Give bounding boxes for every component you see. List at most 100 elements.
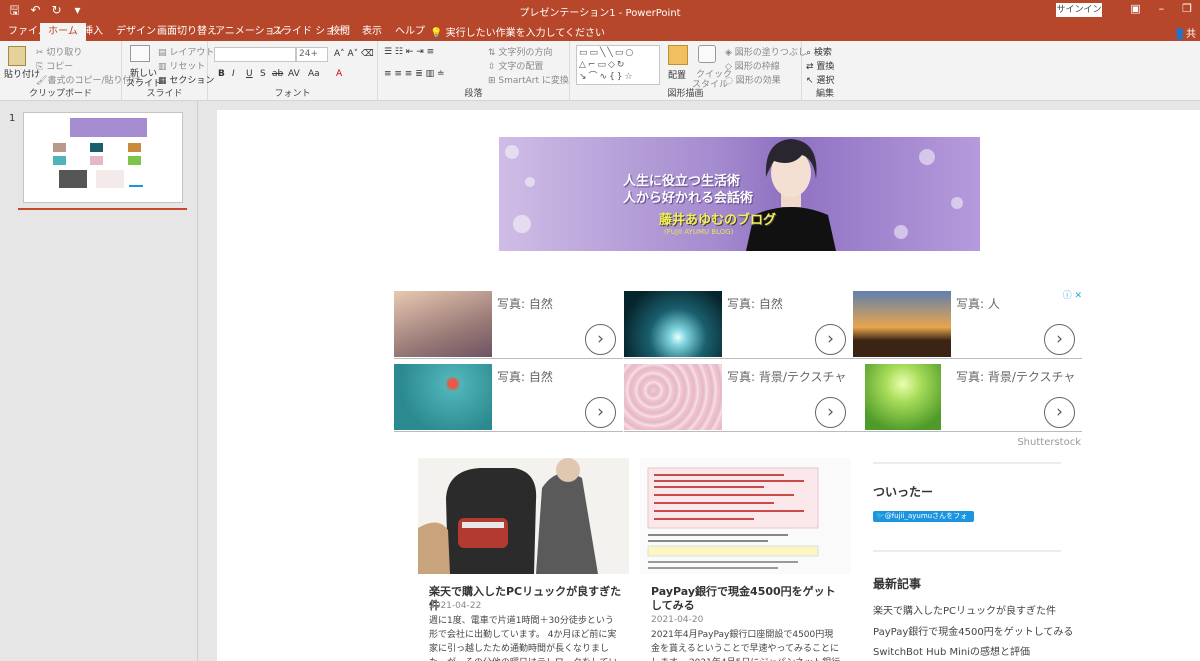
grow-font-icon[interactable]: A˄ A˅ ⌫ [334, 49, 374, 59]
chevron-right-icon[interactable]: › [585, 324, 616, 355]
group-editing: ⌕ 検索 ⇄ 置換 ↖ 選択 編集 [802, 41, 848, 101]
flower-decoration [894, 225, 908, 239]
shape-outline-label: 図形の枠線 [734, 62, 780, 72]
shape-fill-label: 図形の塗りつぶし [734, 48, 807, 58]
slide-canvas[interactable]: 人生に役立つ生活術 人から好かれる会話術 藤井あゆむのブログ (FUJII AY… [217, 110, 1200, 661]
recent-post-link[interactable]: PayPay銀行で現金4500円をゲットしてみる [873, 623, 1073, 638]
font-size-input[interactable]: 24+ [296, 47, 328, 62]
chevron-right-icon[interactable]: › [1044, 324, 1075, 355]
flower-decoration [505, 145, 519, 159]
reset-icon: ▥ [158, 62, 170, 72]
editing-group-label: 編集 [815, 89, 834, 99]
italic-button[interactable]: I [232, 69, 235, 79]
ad-tile[interactable]: 写真: 背景/テクスチャ › [853, 360, 1082, 432]
ad-tile[interactable]: 写真: 自然 › [624, 287, 853, 359]
shape-effects-label: 図形の効果 [735, 76, 781, 86]
thumb-ad [90, 156, 103, 165]
ad-label: 写真: 背景/テクスチャ [727, 370, 847, 384]
ribbon-display-icon[interactable]: ▣ [1130, 2, 1140, 15]
align-text-icon: ⇳ [488, 62, 499, 72]
flower-decoration [919, 149, 935, 165]
char-spacing-button[interactable]: AV [288, 69, 300, 79]
blog-banner-image[interactable]: 人生に役立つ生活術 人から好かれる会話術 藤井あゆむのブログ (FUJII AY… [499, 137, 980, 251]
smartart-button[interactable]: ⊞ SmartArt に変換 [488, 73, 569, 86]
chevron-right-icon[interactable]: › [585, 397, 616, 428]
font-color-button[interactable]: A [336, 69, 342, 79]
section-button[interactable]: ▦ セクション [158, 73, 214, 86]
tab-design[interactable]: デザイン [116, 24, 156, 41]
ad-tile[interactable]: 写真: 人 › [853, 287, 1082, 359]
tab-review[interactable]: 校閲 [330, 24, 350, 41]
share-label: 共 [1186, 29, 1196, 40]
chevron-right-icon[interactable]: › [815, 397, 846, 428]
bold-button[interactable]: B [218, 69, 225, 79]
shapes-gallery[interactable]: ▭▭╲╲▭○ △⌐▭◇↻ ↘⌒∿{}☆ [576, 45, 660, 85]
banner-blog-name: 藤井あゆむのブログ [659, 213, 777, 228]
recent-posts-heading: 最新記事 [873, 577, 922, 591]
post-card[interactable]: PayPay銀行で現金4500円をゲットしてみる 2021-04-20 2021… [640, 458, 851, 661]
chevron-right-icon[interactable]: › [1044, 397, 1075, 428]
ad-image [624, 291, 722, 357]
copy-button[interactable]: ⎘ コピー [36, 59, 73, 72]
group-font: 24+ A˄ A˅ ⌫ B I U S ab AV Aa A フォント [208, 41, 378, 101]
replace-button[interactable]: ⇄ 置換 [806, 59, 834, 72]
arrange-icon[interactable] [668, 45, 688, 65]
slide-thumbnail[interactable] [23, 112, 183, 203]
post-card[interactable]: 楽天で購入したPCリュックが良すぎた件 2021-04-22 週に1度、電車で片… [418, 458, 629, 661]
tab-transitions[interactable]: 画面切り替え [157, 24, 217, 41]
quick-styles-icon[interactable] [698, 45, 716, 63]
section-icon: ▦ [158, 76, 170, 86]
paste-icon[interactable] [8, 46, 26, 66]
ad-tile[interactable]: 写真: 自然 › [394, 360, 623, 432]
new-slide-icon[interactable] [130, 45, 150, 62]
minimize-icon[interactable]: – [1159, 2, 1165, 15]
drawing-group-label: 図形描画 [667, 89, 704, 99]
ribbon-tabs: ファイル ホーム 挿入 デザイン 画面切り替え アニメーション スライド ショー… [0, 21, 1200, 41]
shape-outline-button[interactable]: ◇ 図形の枠線 [725, 59, 780, 72]
layout-button[interactable]: ▤ レイアウト [158, 45, 214, 58]
paste-button[interactable]: 貼り付け [4, 67, 40, 80]
recent-post-link[interactable]: SwitchBot Hub Miniの感想と評価 [873, 643, 1030, 658]
underline-button[interactable]: U [246, 69, 253, 79]
change-case-button[interactable]: Aa [308, 69, 320, 79]
tell-me-box[interactable]: 💡 実行したい作業を入力してください [430, 24, 605, 39]
shadow-button[interactable]: S [260, 69, 266, 79]
shape-fill-button[interactable]: ◈ 図形の塗りつぶし [725, 45, 807, 58]
layout-icon: ▤ [158, 48, 170, 58]
arrange-button[interactable]: 配置 [668, 68, 686, 81]
post-excerpt: 2021年4月PayPay銀行口座開設で4500円現金を貰えるということで早速や… [651, 630, 840, 661]
ad-tile[interactable]: 写真: 背景/テクスチャ › [624, 360, 853, 432]
banner-line-2: 人から好かれる会話術 [623, 191, 754, 206]
font-group-label: フォント [274, 89, 311, 99]
align-text-button[interactable]: ⇳ 文字の配置 [488, 59, 543, 72]
ad-tile[interactable]: 写真: 自然 › [394, 287, 623, 359]
tab-view[interactable]: 表示 [362, 24, 382, 41]
select-button[interactable]: ↖ 選択 [806, 73, 834, 86]
strikethrough-button[interactable]: ab [272, 69, 283, 79]
twitter-follow-button[interactable]: 🐦@fujii_ayumuさんをフォロー [873, 511, 974, 531]
restore-icon[interactable]: ❐ [1182, 2, 1192, 15]
outline-icon: ◇ [725, 62, 735, 72]
group-slides: 新しい スライド ▤ レイアウト ▥ リセット ▦ セクション スライド [122, 41, 214, 101]
tab-help[interactable]: ヘルプ [395, 24, 425, 41]
thumb-ad [128, 143, 141, 152]
share-button[interactable]: 👤共 [1174, 25, 1196, 40]
align-icons[interactable]: ≡ ≡ ≡ ≣ ▥ ≐ [384, 69, 445, 79]
chevron-right-icon[interactable]: › [815, 324, 846, 355]
text-direction-button[interactable]: ⇅ 文字列の方向 [488, 45, 552, 58]
font-name-input[interactable] [214, 47, 296, 62]
shape-effects-button[interactable]: ◌ 図形の効果 [725, 73, 781, 86]
slide-number: 1 [9, 113, 16, 124]
bullets-icon[interactable]: ☰ ☷ ⇤ ⇥ ≡ [384, 47, 434, 57]
tell-me-label: 実行したい作業を入力してください [445, 28, 606, 39]
cut-label: 切り取り [46, 48, 83, 58]
recent-post-link[interactable]: 楽天で購入したPCリュックが良すぎた件 [873, 602, 1056, 617]
reset-button[interactable]: ▥ リセット [158, 59, 205, 72]
post-title[interactable]: PayPay銀行で現金4500円をゲットしてみる [651, 585, 846, 613]
ad-image [624, 364, 722, 430]
tab-home[interactable]: ホーム [40, 23, 86, 41]
find-button[interactable]: ⌕ 検索 [806, 45, 832, 58]
cut-button[interactable]: ✂ 切り取り [36, 45, 82, 58]
tab-insert[interactable]: 挿入 [83, 24, 103, 41]
signin-button[interactable]: サインイン [1056, 3, 1102, 17]
